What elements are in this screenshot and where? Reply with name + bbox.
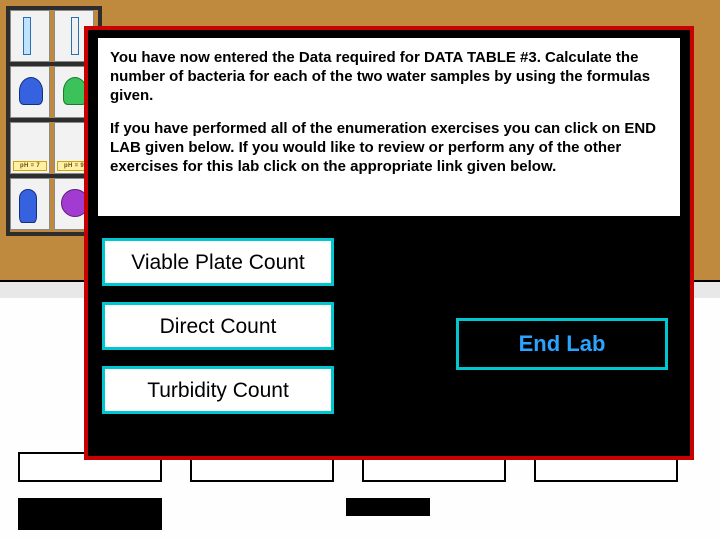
direct-count-button[interactable]: Direct Count xyxy=(102,302,334,350)
ph-label: pH = 7 xyxy=(13,161,47,171)
exercise-links-column: Viable Plate Count Direct Count Turbidit… xyxy=(102,238,358,430)
button-label: Direct Count xyxy=(160,316,277,337)
test-tube-icon xyxy=(71,17,79,55)
end-lab-button[interactable]: End Lab xyxy=(456,318,668,370)
instruction-text-box: You have now entered the Data required f… xyxy=(98,38,680,216)
graduated-cylinder-icon xyxy=(23,17,31,55)
button-label: Viable Plate Count xyxy=(131,252,305,273)
equipment-silhouette xyxy=(18,498,162,530)
instruction-paragraph-2: If you have performed all of the enumera… xyxy=(110,119,668,176)
flask-blue-icon xyxy=(19,77,43,105)
turbidity-count-button[interactable]: Turbidity Count xyxy=(102,366,334,414)
button-label: Turbidity Count xyxy=(147,380,289,401)
equipment-silhouette xyxy=(346,498,430,516)
button-label: End Lab xyxy=(519,333,606,355)
viable-plate-count-button[interactable]: Viable Plate Count xyxy=(102,238,334,286)
instruction-paragraph-1: You have now entered the Data required f… xyxy=(110,48,668,105)
instruction-panel: You have now entered the Data required f… xyxy=(84,26,694,460)
flask-blue-icon xyxy=(19,189,37,223)
